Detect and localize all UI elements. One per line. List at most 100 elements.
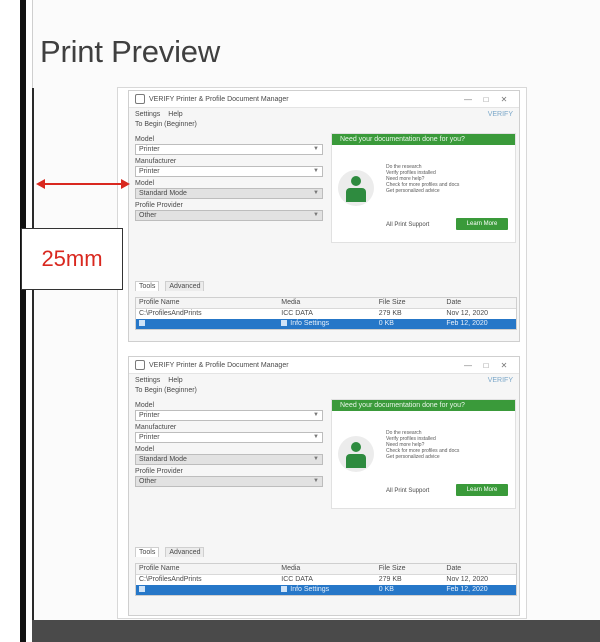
- person-icon: [346, 176, 366, 202]
- menu-item-settings[interactable]: Settings: [135, 377, 160, 384]
- window-screenshot-2: VERIFY Printer & Profile Document Manage…: [128, 356, 520, 616]
- column-header[interactable]: Profile Name: [136, 298, 278, 308]
- field-manufacturer: Manufacturer Printer ▼: [135, 157, 323, 177]
- close-icon[interactable]: ✕: [495, 95, 513, 104]
- brand-logo: VERIFY: [487, 376, 513, 384]
- promo-bullets: Do the research Verify profiles installed…: [386, 430, 460, 460]
- file-icon: [139, 320, 145, 327]
- field-model: Model Printer ▼: [135, 401, 323, 421]
- person-icon: [346, 442, 366, 468]
- field-label: Profile Provider: [135, 202, 183, 209]
- table-header: Profile Name Media File Size Date: [136, 298, 516, 309]
- chevron-down-icon: ▼: [313, 412, 319, 418]
- field-label: Model: [135, 446, 155, 453]
- field-model: Model Printer ▼: [135, 135, 323, 155]
- menu-bar: Settings Help VERIFY: [129, 108, 519, 120]
- doc-icon: [281, 320, 288, 327]
- promo-banner: Need your documentation done for you?: [332, 134, 515, 145]
- field-label: Model: [135, 402, 155, 409]
- column-header[interactable]: File Size: [376, 564, 444, 574]
- window-title: VERIFY Printer & Profile Document Manage…: [149, 361, 289, 369]
- margin-label: 25mm: [41, 246, 103, 271]
- manufacturer-select[interactable]: Printer ▼: [135, 166, 323, 177]
- close-icon[interactable]: ✕: [495, 361, 513, 370]
- field-profile-provider: Profile Provider Other ▼: [135, 467, 323, 487]
- promo-panel: Need your documentation done for you? Do…: [331, 399, 516, 509]
- tab-advanced[interactable]: Advanced: [165, 281, 205, 291]
- model-select[interactable]: Printer ▼: [135, 144, 323, 155]
- field-mode: Model Standard Mode ▼: [135, 179, 323, 199]
- doc-icon: [281, 586, 288, 593]
- mode-select[interactable]: Standard Mode ▼: [135, 454, 323, 465]
- field-profile-provider: Profile Provider Other ▼: [135, 201, 323, 221]
- field-mode: Model Standard Mode ▼: [135, 445, 323, 465]
- table-row[interactable]: C:\ProfilesAndPrints ICC DATA 279 KB Nov 12…: [136, 309, 516, 319]
- menu-item-help[interactable]: Help: [168, 111, 182, 118]
- table-row-selected[interactable]: Info Settings 0 KB Feb 12, 2020: [136, 319, 516, 329]
- chevron-down-icon: ▼: [313, 146, 319, 152]
- page-title: Print Preview: [40, 34, 221, 69]
- file-icon: [139, 586, 145, 593]
- field-label: Manufacturer: [135, 424, 177, 431]
- field-label: Profile Provider: [135, 468, 183, 475]
- tab-tools[interactable]: Tools: [135, 547, 160, 557]
- maximize-icon[interactable]: □: [477, 95, 495, 104]
- column-header[interactable]: File Size: [376, 298, 444, 308]
- column-header[interactable]: Date: [443, 298, 516, 308]
- column-header[interactable]: Date: [443, 564, 516, 574]
- preview-paper: VERIFY Printer & Profile Document Manage…: [118, 88, 526, 618]
- brand-logo: VERIFY: [487, 110, 513, 118]
- window-titlebar: VERIFY Printer & Profile Document Manage…: [129, 357, 519, 374]
- menu-item-help[interactable]: Help: [168, 377, 182, 384]
- field-label: Manufacturer: [135, 158, 177, 165]
- left-border-rail: [20, 0, 26, 642]
- window-titlebar: VERIFY Printer & Profile Document Manage…: [129, 91, 519, 108]
- window-screenshot-1: VERIFY Printer & Profile Document Manage…: [128, 90, 520, 342]
- tab-strip: Tools Advanced: [135, 547, 205, 557]
- margin-dimension-arrow: [36, 179, 130, 189]
- field-manufacturer: Manufacturer Printer ▼: [135, 423, 323, 443]
- manufacturer-select[interactable]: Printer ▼: [135, 432, 323, 443]
- table-row-selected[interactable]: Info Settings 0 KB Feb 12, 2020: [136, 585, 516, 595]
- margin-label-box: 25mm: [21, 228, 123, 290]
- menu-item-settings[interactable]: Settings: [135, 111, 160, 118]
- minimize-icon[interactable]: —: [459, 95, 477, 104]
- field-label: Model: [135, 136, 155, 143]
- promo-bullets: Do the research Verify profiles installed…: [386, 164, 460, 194]
- promo-banner: Need your documentation done for you?: [332, 400, 515, 411]
- tab-advanced[interactable]: Advanced: [165, 547, 205, 557]
- profiles-table: Profile Name Media File Size Date C:\Pro…: [135, 297, 517, 330]
- learn-more-button[interactable]: Learn More: [456, 484, 508, 496]
- app-icon: [135, 94, 145, 104]
- table-row[interactable]: C:\ProfilesAndPrints ICC DATA 279 KB Nov 12…: [136, 575, 516, 585]
- menu-bar: Settings Help VERIFY: [129, 374, 519, 386]
- chevron-down-icon: ▼: [313, 190, 319, 196]
- chevron-down-icon: ▼: [313, 478, 319, 484]
- profile-provider-select[interactable]: Other ▼: [135, 476, 323, 487]
- tab-strip: Tools Advanced: [135, 281, 205, 291]
- begin-link[interactable]: To Begin (Beginner): [129, 386, 519, 396]
- table-header: Profile Name Media File Size Date: [136, 564, 516, 575]
- column-header[interactable]: Profile Name: [136, 564, 278, 574]
- window-title: VERIFY Printer & Profile Document Manage…: [149, 95, 289, 103]
- tab-tools[interactable]: Tools: [135, 281, 160, 291]
- model-select[interactable]: Printer ▼: [135, 410, 323, 421]
- minimize-icon[interactable]: —: [459, 361, 477, 370]
- promo-subtext: All Print Support: [386, 488, 430, 494]
- maximize-icon[interactable]: □: [477, 361, 495, 370]
- profiles-table: Profile Name Media File Size Date C:\Pro…: [135, 563, 517, 596]
- chevron-down-icon: ▼: [313, 434, 319, 440]
- page-left-edge: [32, 88, 34, 620]
- app-icon: [135, 360, 145, 370]
- chevron-down-icon: ▼: [313, 168, 319, 174]
- mode-select[interactable]: Standard Mode ▼: [135, 188, 323, 199]
- field-label: Model: [135, 180, 155, 187]
- column-header[interactable]: Media: [278, 298, 375, 308]
- learn-more-button[interactable]: Learn More: [456, 218, 508, 230]
- profile-provider-select[interactable]: Other ▼: [135, 210, 323, 221]
- begin-link[interactable]: To Begin (Beginner): [129, 120, 519, 130]
- chevron-down-icon: ▼: [313, 456, 319, 462]
- chevron-down-icon: ▼: [313, 212, 319, 218]
- promo-panel: Need your documentation done for you? Do…: [331, 133, 516, 243]
- column-header[interactable]: Media: [278, 564, 375, 574]
